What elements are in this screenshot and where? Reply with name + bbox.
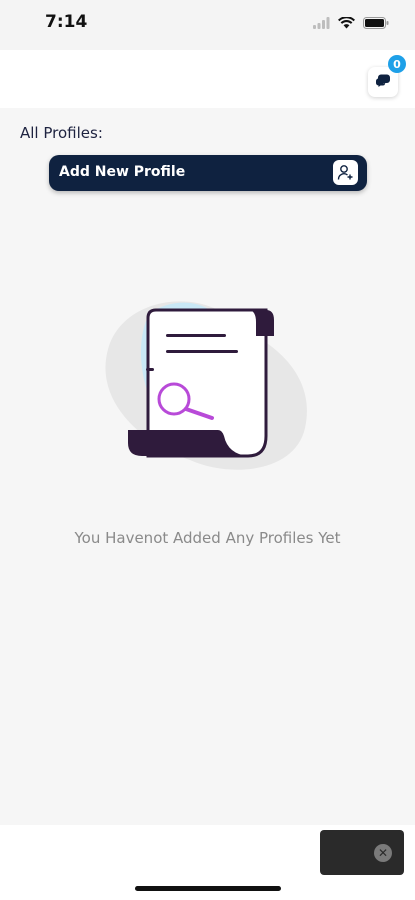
status-time: 7:14 bbox=[45, 12, 88, 32]
battery-icon bbox=[363, 14, 389, 33]
section-title: All Profiles: bbox=[20, 124, 103, 142]
empty-state-illustration bbox=[100, 288, 320, 478]
add-new-profile-label: Add New Profile bbox=[59, 164, 186, 180]
status-bar: 7:14 bbox=[0, 0, 415, 50]
cellular-signal-icon bbox=[313, 14, 330, 33]
add-user-icon bbox=[333, 160, 358, 185]
chat-notification-badge: 0 bbox=[388, 55, 406, 73]
home-indicator bbox=[135, 886, 281, 891]
empty-state-message: You Havenot Added Any Profiles Yet bbox=[74, 529, 341, 547]
wifi-icon bbox=[338, 14, 355, 33]
add-new-profile-button[interactable]: Add New Profile bbox=[49, 155, 367, 191]
app-header bbox=[0, 50, 415, 108]
status-icons bbox=[313, 14, 389, 32]
chat-bubble-icon bbox=[375, 72, 391, 92]
ad-close-button[interactable]: ✕ bbox=[374, 844, 392, 862]
